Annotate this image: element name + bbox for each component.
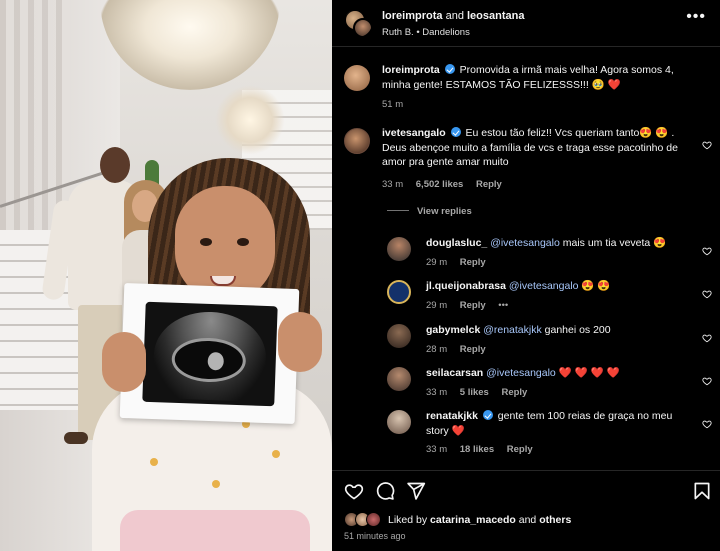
- post-header: loreimprota and leosantana Ruth B. • Dan…: [332, 0, 720, 46]
- reply-time: 29 m: [426, 257, 448, 268]
- verified-icon: [444, 64, 455, 74]
- like-comment-heart-icon[interactable]: [702, 330, 712, 343]
- comment-text: ivetesangalo Eu estou tão feliz!! Vcs qu…: [382, 126, 686, 170]
- reply-meta: 33 m 5 likes Reply: [426, 387, 537, 398]
- like-comment-heart-icon[interactable]: [702, 416, 712, 429]
- post-authors: loreimprota and leosantana: [382, 10, 524, 22]
- photo-girl-eye: [237, 238, 249, 246]
- liked-by-prefix: Liked by: [388, 514, 428, 526]
- reply-time: 33 m: [426, 444, 448, 455]
- reply-text: douglasluc_ @ivetesangalo mais um tia ve…: [426, 236, 696, 251]
- photo-girl-eye: [200, 238, 212, 246]
- verified-icon: [482, 410, 493, 420]
- avatar[interactable]: [344, 128, 370, 154]
- audio-track[interactable]: Ruth B. • Dandelions: [382, 27, 470, 38]
- ultrasound-card: [119, 282, 300, 425]
- reply-body: mais um tia veveta 😍: [562, 237, 667, 249]
- reply-text: jl.queijonabrasa @ivetesangalo 😍 😍: [426, 279, 696, 294]
- comment-meta: 33 m 6,502 likes Reply: [382, 179, 512, 190]
- view-replies-toggle[interactable]: View replies: [387, 206, 472, 217]
- photo-man-head: [100, 147, 130, 183]
- reply-mention[interactable]: @ivetesangalo: [486, 367, 556, 379]
- like-comment-heart-icon[interactable]: [702, 286, 712, 299]
- post-timestamp[interactable]: 51 minutes ago: [344, 531, 406, 541]
- reply-mention[interactable]: @renatakjkk: [483, 324, 542, 336]
- comment-username[interactable]: ivetesangalo: [382, 127, 446, 139]
- reply-button[interactable]: Reply: [476, 179, 502, 190]
- reply-username[interactable]: jl.queijonabrasa: [426, 280, 506, 292]
- reply-body: ganhei os 200: [544, 324, 611, 336]
- reply-username[interactable]: renatakjkk: [426, 410, 478, 422]
- reply-body: 😍 😍: [581, 280, 611, 292]
- reply-mention[interactable]: @ivetesangalo: [490, 237, 560, 249]
- ultrasound-image: [142, 301, 278, 407]
- reply-likes[interactable]: 18 likes: [460, 444, 494, 455]
- reply-time: 29 m: [426, 300, 448, 311]
- reply-meta: 29 m Reply •••: [426, 300, 518, 311]
- verified-icon: [450, 127, 461, 137]
- comment-likes[interactable]: 6,502 likes: [416, 179, 464, 190]
- avatar[interactable]: [387, 237, 411, 261]
- like-comment-heart-icon[interactable]: [702, 137, 712, 150]
- like-comment-heart-icon[interactable]: [702, 243, 712, 256]
- more-options-icon[interactable]: •••: [686, 9, 706, 25]
- avatar[interactable]: [387, 280, 411, 304]
- reply-button[interactable]: Reply: [507, 444, 533, 455]
- comment-time: 33 m: [382, 179, 404, 190]
- comment-icon[interactable]: [375, 481, 395, 501]
- avatar[interactable]: [344, 65, 370, 91]
- reply-button[interactable]: Reply: [460, 300, 486, 311]
- reply-button[interactable]: Reply: [460, 257, 486, 268]
- reply-text: gabymelck @renatakjkk ganhei os 200: [426, 323, 696, 338]
- photo-man-shoe: [64, 432, 88, 444]
- avatar[interactable]: [387, 410, 411, 434]
- reply-time: 33 m: [426, 387, 448, 398]
- photo-girl-hand-left: [102, 332, 146, 392]
- caption-username[interactable]: loreimprota: [382, 64, 440, 76]
- reply-username[interactable]: douglasluc_: [426, 237, 487, 249]
- liked-by-username[interactable]: catarina_macedo: [430, 514, 516, 526]
- photo-girl-hand-right: [278, 312, 322, 372]
- authors-and: and: [445, 10, 464, 22]
- reply-username[interactable]: seilacarsan: [426, 367, 483, 379]
- view-replies-line: [387, 210, 409, 211]
- photo-chandelier: [100, 0, 280, 90]
- reply-meta: 28 m Reply: [426, 344, 496, 355]
- header-divider: [332, 46, 720, 47]
- liked-by-and: and: [518, 514, 537, 526]
- reply-likes[interactable]: 5 likes: [460, 387, 489, 398]
- photo-chandelier-small: [215, 85, 285, 155]
- collab-avatar[interactable]: [344, 9, 372, 37]
- author-username[interactable]: loreimprota: [382, 10, 443, 22]
- photo-girl-skirt: [120, 510, 310, 551]
- reply-meta: 29 m Reply: [426, 257, 496, 268]
- reply-button[interactable]: Reply: [501, 387, 527, 398]
- caption-meta: 51 m: [382, 99, 413, 110]
- like-comment-heart-icon[interactable]: [702, 373, 712, 386]
- liked-by-others[interactable]: others: [539, 514, 571, 526]
- reply-text: seilacarsan @ivetesangalo ❤️ ❤️ ❤️ ❤️: [426, 366, 696, 381]
- reply-meta: 33 m 18 likes Reply: [426, 444, 543, 455]
- heart-icon[interactable]: [344, 481, 364, 501]
- post-detail-panel: loreimprota and leosantana Ruth B. • Dan…: [332, 0, 720, 551]
- liked-by-avatars[interactable]: [344, 512, 386, 528]
- caption-text: loreimprota Promovida a irmã mais velha!…: [382, 63, 702, 92]
- reply-time: 28 m: [426, 344, 448, 355]
- coauthor-username[interactable]: leosantana: [467, 10, 524, 22]
- reply-username[interactable]: gabymelck: [426, 324, 480, 336]
- reply-body: ❤️ ❤️ ❤️ ❤️: [558, 367, 620, 379]
- reply-text: renatakjkk gente tem 100 reias de graça …: [426, 409, 696, 438]
- share-icon[interactable]: [406, 481, 426, 501]
- avatar[interactable]: [387, 324, 411, 348]
- post-actions-footer: Liked by catarina_macedo and others 51 m…: [332, 470, 720, 551]
- reply-mention[interactable]: @ivetesangalo: [509, 280, 579, 292]
- liked-by-summary: Liked by catarina_macedo and others: [388, 514, 571, 526]
- reply-button[interactable]: Reply: [460, 344, 486, 355]
- caption-time: 51 m: [382, 99, 404, 110]
- post-photo[interactable]: [0, 0, 332, 551]
- avatar[interactable]: [387, 367, 411, 391]
- reply-options-icon[interactable]: •••: [498, 300, 508, 311]
- bookmark-icon[interactable]: [692, 481, 712, 501]
